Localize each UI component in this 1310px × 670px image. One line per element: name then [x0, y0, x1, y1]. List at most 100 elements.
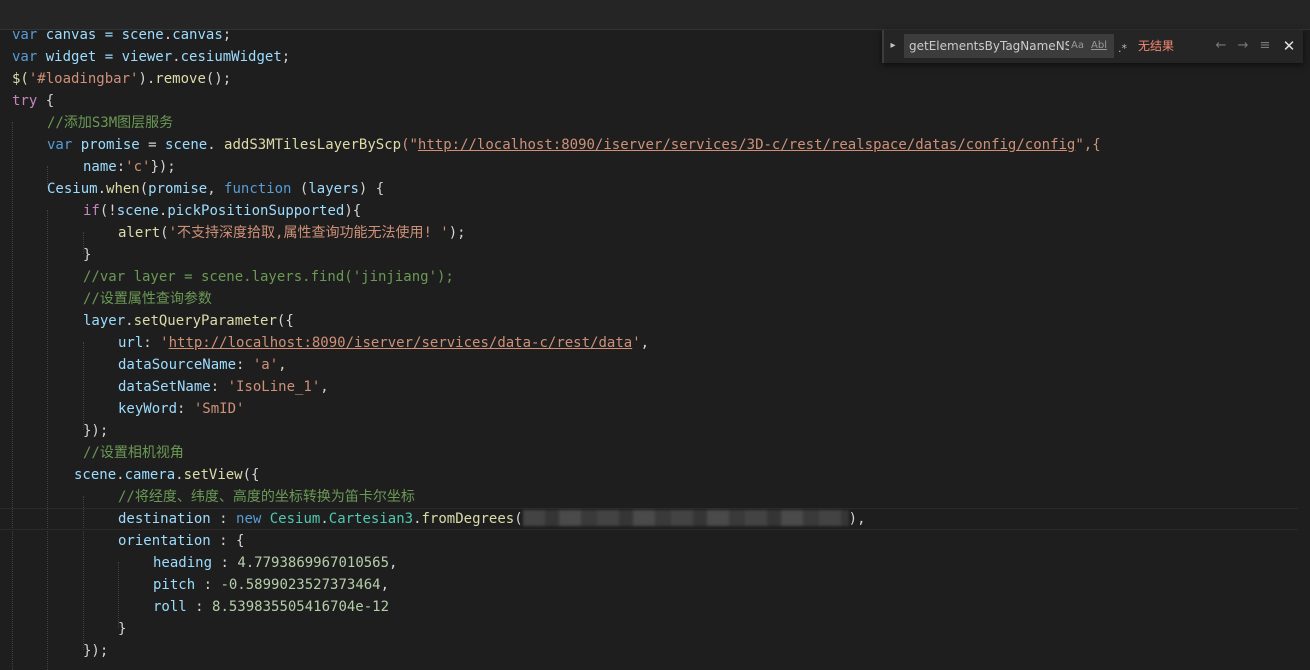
- code-token: :: [212, 555, 238, 571]
- code-token: remove: [155, 71, 206, 87]
- find-widget: ▸ Aa Abl .* 无结果 ← → ≡ ✕: [882, 30, 1303, 63]
- code-token: var: [12, 27, 38, 43]
- code-token: var: [12, 49, 38, 65]
- code-line: layer.setQueryParameter({: [83, 310, 294, 332]
- code-token: promise: [148, 181, 208, 197]
- code-line: name:'c'});: [83, 156, 176, 178]
- code-token: (: [514, 511, 523, 527]
- code-link[interactable]: http://localhost:8090/iserver/services/3…: [418, 137, 1075, 153]
- code-token: .: [207, 137, 225, 153]
- code-editor[interactable]: var canvas = scene.canvas; var widget = …: [0, 24, 1310, 670]
- find-input-box[interactable]: Aa Abl: [904, 34, 1114, 58]
- code-token: '#loadingbar': [28, 71, 139, 87]
- next-match-button[interactable]: →: [1234, 37, 1252, 55]
- code-token: .: [125, 313, 134, 329]
- code-line: var promise = scene. addS3MTilesLayerByS…: [47, 134, 1101, 156]
- code-line: url: 'http://localhost:8090/iserver/serv…: [118, 332, 649, 354]
- code-token: :: [177, 401, 194, 417]
- code-token: (": [401, 137, 418, 153]
- code-token: :: [210, 511, 237, 527]
- code-token: widget =: [37, 49, 122, 65]
- code-token: url: [118, 335, 144, 351]
- current-line: destination : new Cesium.Cartesian3.from…: [0, 508, 1298, 530]
- code-token: .: [172, 49, 181, 65]
- code-line: pitch : -0.5899023527373464,: [153, 574, 389, 596]
- code-line: orientation : {: [118, 530, 244, 552]
- code-token: orientation: [118, 533, 211, 549]
- code-token: -0.5899023527373464: [220, 577, 381, 593]
- code-token: pickPositionSupported: [167, 203, 345, 219]
- code-line: dataSourceName: 'a',: [118, 354, 287, 376]
- code-token: ': [632, 335, 641, 351]
- code-line: var widget = viewer.cesiumWidget;: [12, 46, 290, 68]
- code-line: //添加S3M图层服务: [47, 112, 173, 134]
- redacted-coordinates: [522, 510, 849, 526]
- indent-guide: [47, 210, 48, 670]
- code-comment: //添加S3M图层服务: [47, 115, 174, 131]
- code-token: canvas =: [37, 27, 122, 43]
- code-token: Cesium: [269, 511, 321, 527]
- code-token: :: [236, 357, 253, 373]
- toggle-replace-button[interactable]: ▸: [888, 39, 898, 53]
- code-token: ,: [380, 577, 390, 593]
- match-case-toggle[interactable]: Aa: [1071, 39, 1084, 53]
- code-token: dataSetName: [118, 379, 211, 395]
- code-token: (!: [99, 203, 117, 219]
- find-result-status: 无结果: [1138, 39, 1175, 53]
- code-token: promise: [72, 137, 140, 153]
- code-token: .: [116, 467, 125, 483]
- code-line: var canvas = scene.canvas;: [12, 24, 231, 46]
- indent-guide: [83, 342, 84, 430]
- code-token: scene: [121, 27, 164, 43]
- code-line: scene.camera.setView({: [74, 464, 259, 486]
- code-token: :: [195, 577, 221, 593]
- vertical-scrollbar[interactable]: [1300, 30, 1310, 670]
- code-token: when: [106, 181, 140, 197]
- code-token: keyWord: [118, 401, 178, 417]
- code-comment: //设置属性查询参数: [83, 291, 212, 307]
- code-token: (: [160, 225, 169, 241]
- code-token: ,: [278, 357, 287, 373]
- code-token: (: [139, 181, 149, 197]
- code-token: camera: [124, 467, 176, 483]
- code-line: Cesium.when(promise, function (layers) {: [47, 178, 384, 200]
- indent-guide: [12, 122, 13, 670]
- find-in-selection-button[interactable]: ≡: [1256, 37, 1274, 55]
- code-token: });: [150, 159, 176, 175]
- arrow-left-icon: ←: [1215, 38, 1227, 53]
- code-token: 'c': [125, 159, 151, 175]
- code-token: ),: [848, 511, 866, 527]
- code-token: .: [413, 511, 422, 527]
- code-token: layers: [308, 181, 359, 197]
- code-comment: //var layer = scene.layers.find('jinjian…: [83, 269, 454, 285]
- code-token: try: [12, 93, 38, 109]
- code-token: {: [37, 93, 55, 109]
- find-input[interactable]: [909, 35, 1069, 57]
- code-token: :: [210, 379, 228, 395]
- code-token: .: [97, 181, 107, 197]
- code-token: .: [175, 467, 184, 483]
- previous-match-button[interactable]: ←: [1212, 37, 1230, 55]
- code-token: dataSourceName: [118, 357, 237, 373]
- code-token: fromDegrees: [421, 511, 515, 527]
- code-token: addS3MTilesLayerByScp: [224, 137, 402, 153]
- code-token: :: [186, 599, 213, 615]
- code-token: );: [448, 225, 466, 241]
- code-link[interactable]: http://localhost:8090/iserver/services/d…: [169, 335, 633, 351]
- code-token: if: [83, 203, 100, 219]
- code-token: var: [47, 137, 73, 153]
- find-in-selection-icon: ≡: [1259, 38, 1271, 53]
- code-token: heading: [153, 555, 213, 571]
- code-token: ': [160, 335, 169, 351]
- code-token: name: [83, 159, 117, 175]
- code-token: destination: [118, 511, 211, 527]
- code-line: //设置属性查询参数: [83, 288, 212, 310]
- close-find-button[interactable]: ✕: [1280, 37, 1298, 55]
- regex-toggle[interactable]: .*: [1118, 42, 1127, 56]
- code-token: cesiumWidget: [180, 49, 282, 65]
- code-token: 8.539835505416704e-12: [212, 599, 390, 615]
- code-token: Cartesian3: [328, 511, 414, 527]
- whole-word-toggle[interactable]: Abl: [1091, 39, 1107, 53]
- code-line: heading : 4.7793869967010565,: [153, 552, 397, 574]
- code-token: setQueryParameter: [133, 313, 277, 329]
